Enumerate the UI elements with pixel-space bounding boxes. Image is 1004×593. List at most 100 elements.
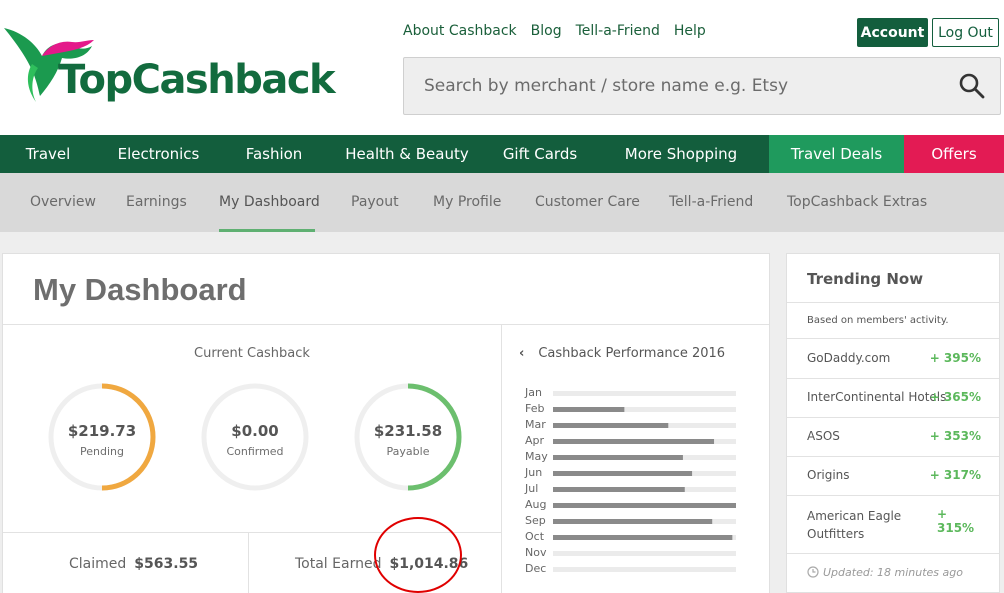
month-label: May xyxy=(525,450,548,463)
account-subnav: Overview Earnings My Dashboard Payout My… xyxy=(0,173,1004,232)
chevron-left-icon[interactable]: ‹ xyxy=(519,346,524,361)
claimed-label: Claimed xyxy=(69,556,127,572)
bar-track xyxy=(553,551,736,556)
nav-travel[interactable]: Travel xyxy=(0,135,96,173)
divider xyxy=(501,325,502,593)
trending-item[interactable]: GoDaddy.com + 395% xyxy=(807,351,987,365)
help-link[interactable]: Help xyxy=(674,23,706,39)
month-label: Dec xyxy=(525,562,546,575)
confirmed-label: Confirmed xyxy=(226,445,284,458)
trending-percent: + 315% xyxy=(937,507,975,535)
trending-panel: Trending Now Based on members' activity.… xyxy=(786,253,1000,593)
pending-ring[interactable]: $219.73 Pending xyxy=(47,382,157,492)
divider xyxy=(248,533,249,593)
about-cashback-link[interactable]: About Cashback xyxy=(403,23,517,39)
subnav-earnings[interactable]: Earnings xyxy=(126,194,187,210)
trending-merchant: American Eagle Outfitters xyxy=(807,509,902,541)
divider xyxy=(3,324,769,325)
claimed-value: $563.55 xyxy=(134,556,199,572)
account-button[interactable]: Account xyxy=(857,18,928,47)
trending-updated-text: Updated: 18 minutes ago xyxy=(823,566,963,579)
month-label: Oct xyxy=(525,530,545,543)
nav-electronics[interactable]: Electronics xyxy=(96,135,221,173)
trending-item[interactable]: ASOS + 353% xyxy=(807,429,987,443)
subnav-topcashback-extras[interactable]: TopCashback Extras xyxy=(787,194,927,210)
brand-name: TopCashback xyxy=(58,57,336,103)
confirmed-ring[interactable]: $0.00 Confirmed xyxy=(200,382,310,492)
month-label: Nov xyxy=(525,546,547,559)
bar-track xyxy=(553,391,736,396)
month-bar[interactable] xyxy=(553,455,683,460)
month-label: Aug xyxy=(525,498,546,511)
top-links: About Cashback Blog Tell-a-Friend Help xyxy=(403,23,706,39)
cashback-performance-chart: Jan Feb Mar Apr May Jun Jul Aug Sep Oct Nov Dec xyxy=(524,386,736,575)
month-label: Mar xyxy=(525,418,546,431)
search-bar xyxy=(403,57,1001,115)
subnav-my-profile[interactable]: My Profile xyxy=(433,194,501,210)
nav-health-beauty[interactable]: Health & Beauty xyxy=(327,135,487,173)
current-cashback-label: Current Cashback xyxy=(194,346,310,361)
blog-link[interactable]: Blog xyxy=(531,23,562,39)
total-earned-label: Total Earned xyxy=(295,556,382,572)
nav-offers[interactable]: Offers xyxy=(904,135,1004,173)
month-label: Jul xyxy=(524,482,538,495)
subnav-payout[interactable]: Payout xyxy=(351,194,399,210)
nav-gift-cards[interactable]: Gift Cards xyxy=(487,135,593,173)
tell-a-friend-link[interactable]: Tell-a-Friend xyxy=(576,23,660,39)
site-header: TopCashback About Cashback Blog Tell-a-F… xyxy=(0,0,1004,135)
subnav-customer-care[interactable]: Customer Care xyxy=(535,194,640,210)
trending-item[interactable]: Origins + 317% xyxy=(807,468,987,482)
trending-percent: + 365% xyxy=(929,390,981,404)
trending-title: Trending Now xyxy=(807,270,924,288)
confirmed-amount: $0.00 xyxy=(231,422,279,440)
month-bar[interactable] xyxy=(553,503,736,508)
logout-button[interactable]: Log Out xyxy=(932,18,999,47)
search-input[interactable] xyxy=(404,58,944,114)
divider xyxy=(787,553,999,554)
divider xyxy=(787,378,999,379)
month-label: Apr xyxy=(525,434,545,447)
trending-merchant: GoDaddy.com xyxy=(807,351,891,365)
trending-merchant: Origins xyxy=(807,468,850,482)
dashboard-card: My Dashboard Current Cashback $219.73 Pe… xyxy=(2,253,770,593)
trending-subtitle: Based on members' activity. xyxy=(807,315,949,326)
month-bar[interactable] xyxy=(553,423,669,428)
divider xyxy=(787,302,999,303)
month-bar[interactable] xyxy=(553,407,625,412)
main-nav: Travel Electronics Fashion Health & Beau… xyxy=(0,135,1004,173)
clock-icon xyxy=(807,566,819,578)
search-icon[interactable] xyxy=(958,72,986,100)
performance-header: ‹ Cashback Performance 2016 xyxy=(519,346,725,361)
divider xyxy=(787,495,999,496)
active-tab-indicator xyxy=(219,229,315,232)
performance-title: Cashback Performance 2016 xyxy=(538,346,726,361)
nav-travel-deals[interactable]: Travel Deals xyxy=(769,135,904,173)
subnav-my-dashboard[interactable]: My Dashboard xyxy=(219,194,320,210)
claimed-summary: Claimed $563.55 xyxy=(69,556,198,572)
trending-item[interactable]: InterContinental Hotels + 365% xyxy=(807,390,987,404)
divider xyxy=(787,338,999,339)
divider xyxy=(787,456,999,457)
month-bar[interactable] xyxy=(553,519,713,524)
month-label: Jan xyxy=(524,386,542,399)
month-bar[interactable] xyxy=(553,535,733,540)
trending-item[interactable]: American Eagle Outfitters xyxy=(807,507,947,543)
month-label: Jun xyxy=(524,466,542,479)
nav-fashion[interactable]: Fashion xyxy=(221,135,327,173)
trending-percent: + 353% xyxy=(929,429,981,443)
payable-ring[interactable]: $231.58 Payable xyxy=(353,382,463,492)
pending-amount: $219.73 xyxy=(67,422,137,440)
trending-percent: + 317% xyxy=(929,468,981,482)
subnav-overview[interactable]: Overview xyxy=(30,194,96,210)
month-bar[interactable] xyxy=(553,471,693,476)
trending-percent: + 395% xyxy=(929,351,981,365)
subnav-tell-a-friend[interactable]: Tell-a-Friend xyxy=(669,194,753,210)
month-label: Feb xyxy=(525,402,544,415)
divider xyxy=(787,417,999,418)
payable-amount: $231.58 xyxy=(373,422,443,440)
month-bar[interactable] xyxy=(553,487,685,492)
nav-more-shopping[interactable]: More Shopping xyxy=(593,135,769,173)
page-title: My Dashboard xyxy=(33,272,247,307)
month-bar[interactable] xyxy=(553,439,715,444)
bar-track xyxy=(553,567,736,572)
